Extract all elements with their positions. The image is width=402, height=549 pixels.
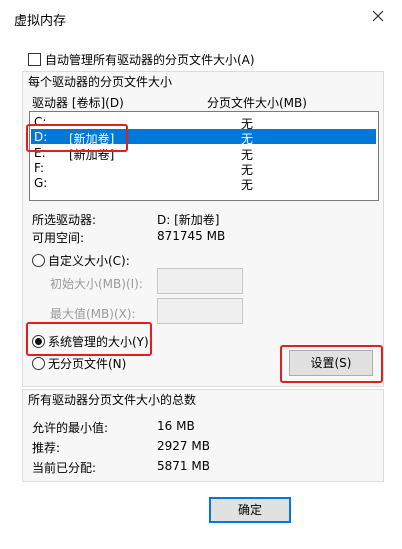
max-size-label: 最大值(MB)(X): xyxy=(50,307,136,321)
window-title: 虚拟内存 xyxy=(14,14,67,29)
current-allocated-value: 5871 MB xyxy=(157,459,210,473)
auto-manage-checkbox[interactable] xyxy=(28,53,41,66)
column-drive-header: 驱动器 [卷标](D) xyxy=(32,96,124,110)
no-paging-label: 无分页文件(N) xyxy=(48,357,127,371)
current-allocated-label: 当前已分配: xyxy=(32,461,97,475)
per-drive-group-label: 每个驱动器的分页文件大小 xyxy=(28,75,173,89)
max-size-input[interactable] xyxy=(157,298,243,324)
ok-button[interactable]: 确定 xyxy=(209,497,291,523)
initial-size-input[interactable] xyxy=(157,268,243,294)
close-icon[interactable] xyxy=(370,8,386,24)
recommended-label: 推荐: xyxy=(32,441,61,455)
custom-size-radio[interactable] xyxy=(32,254,45,267)
system-managed-highlight xyxy=(26,322,152,356)
selected-drive-value: D: [新加卷] xyxy=(157,213,220,227)
free-space-value: 871745 MB xyxy=(157,229,226,243)
column-size-header: 分页文件大小(MB) xyxy=(207,96,307,110)
drive-row-f[interactable]: F: 无 xyxy=(31,160,376,177)
no-paging-radio[interactable] xyxy=(32,357,45,370)
drive-d-highlight xyxy=(26,124,128,152)
initial-size-label: 初始大小(MB)(I): xyxy=(50,277,143,291)
selected-drive-label: 所选驱动器: xyxy=(32,213,97,227)
auto-manage-label: 自动管理所有驱动器的分页文件大小(A) xyxy=(45,53,255,67)
min-allowed-value: 16 MB xyxy=(157,419,195,433)
drive-row-g[interactable]: G: 无 xyxy=(31,175,376,192)
custom-size-label: 自定义大小(C): xyxy=(48,254,130,268)
free-space-label: 可用空间: xyxy=(32,231,85,245)
min-allowed-label: 允许的最小值: xyxy=(32,421,109,435)
totals-group-label: 所有驱动器分页文件大小的总数 xyxy=(28,393,197,407)
set-button-highlight xyxy=(280,345,383,383)
recommended-value: 2927 MB xyxy=(157,439,210,453)
